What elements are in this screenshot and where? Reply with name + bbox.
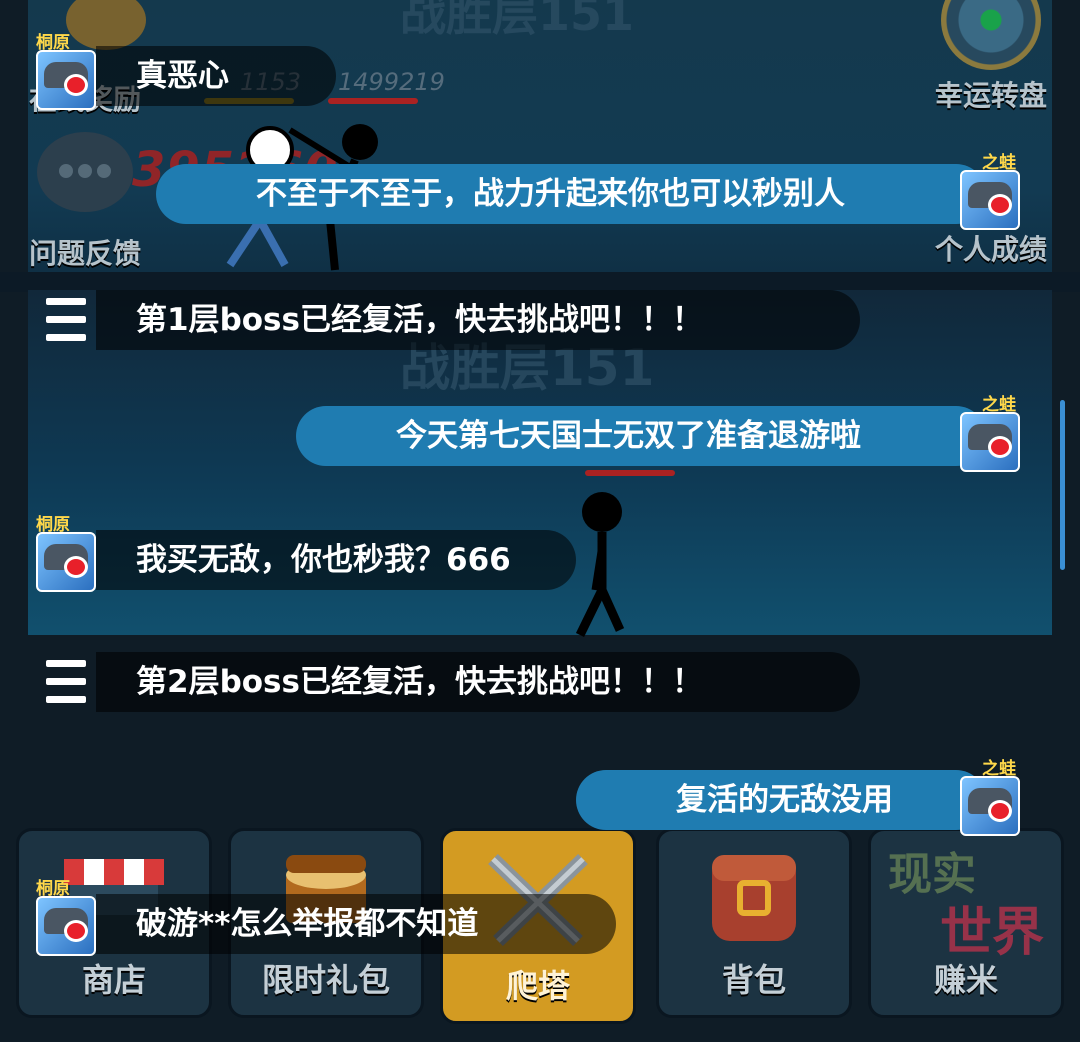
chat-message-text: 第2层boss已经复活，快去挑战吧！！！	[136, 664, 703, 700]
notice-icon	[40, 656, 92, 708]
chat-message: 桐原 破游**怎么举报都不知道	[0, 874, 1080, 974]
chat-message: 桐原 我买无敌，你也秒我？666	[0, 510, 1080, 610]
chat-message-text: 我买无敌，你也秒我？666	[136, 542, 511, 578]
chat-message-text: 真恶心	[136, 58, 229, 94]
chat-message: 之蛙 不至于不至于，战力升起来你也可以秒别人	[0, 148, 1080, 248]
avatar[interactable]	[36, 532, 96, 592]
avatar[interactable]	[960, 412, 1020, 472]
avatar[interactable]	[36, 50, 96, 110]
system-message: 第2层boss已经复活，快去挑战吧！！！	[0, 632, 1080, 732]
avatar[interactable]	[960, 776, 1020, 836]
chat-message: 桐原 真恶心	[0, 20, 1080, 120]
chat-message: 之蛙 复活的无敌没用	[0, 754, 1080, 854]
chat-message-text: 不至于不至于，战力升起来你也可以秒别人	[256, 176, 845, 212]
avatar[interactable]	[36, 896, 96, 956]
chat-message-text: 今天第七天国士无双了准备退游啦	[396, 418, 861, 454]
avatar[interactable]	[960, 170, 1020, 230]
chat-scrollbar[interactable]	[1060, 400, 1065, 570]
chat-message: 之蛙 今天第七天国士无双了准备退游啦	[0, 390, 1080, 490]
chat-message-text: 复活的无敌没用	[676, 782, 893, 818]
chat-message-text: 第1层boss已经复活，快去挑战吧！！！	[136, 302, 703, 338]
system-message: 第1层boss已经复活，快去挑战吧！！！	[0, 270, 1080, 370]
notice-icon	[40, 294, 92, 346]
chat-message-text: 破游**怎么举报都不知道	[136, 906, 479, 942]
